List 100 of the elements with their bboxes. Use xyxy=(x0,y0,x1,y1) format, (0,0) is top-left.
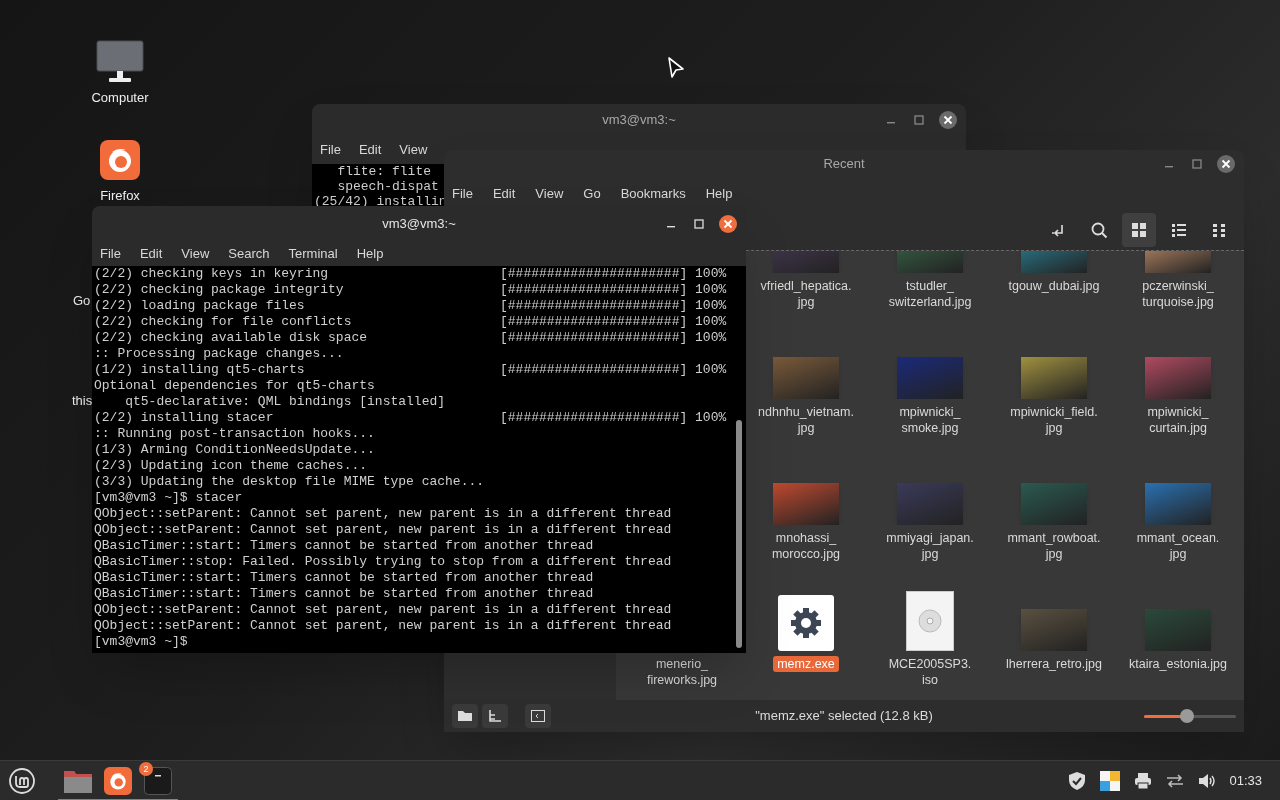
progress-text: [######################] 100% xyxy=(500,266,727,282)
terminal-line: flite: flite xyxy=(336,164,432,179)
status-text: "memz.exe" selected (12.8 kB) xyxy=(754,707,934,726)
menu-item[interactable]: Bookmarks xyxy=(620,184,686,204)
firefox-icon xyxy=(104,766,132,795)
photo-placeholder xyxy=(897,483,963,525)
terminal-line: (2/2) checking package integrity xyxy=(94,282,345,298)
menu-item[interactable]: Search xyxy=(228,244,270,264)
file-name[interactable]: ndhnhu_vietnam.jpg xyxy=(753,404,859,436)
menu-item[interactable]: Edit xyxy=(139,244,163,264)
terminal-line: qt5-declarative: QML bindings [installed] xyxy=(124,394,446,410)
photo-placeholder xyxy=(897,357,963,399)
file-name[interactable]: ktaira_estonia.jpg xyxy=(1125,656,1231,672)
disc-file-icon xyxy=(906,591,954,651)
list-view-icon xyxy=(1170,221,1188,239)
grid-view-icon xyxy=(1130,221,1148,239)
menu-item[interactable]: View xyxy=(535,184,564,204)
file-name[interactable]: lherrera_retro.jpg xyxy=(1002,656,1106,672)
menu-item[interactable]: Edit xyxy=(492,184,516,204)
clock[interactable]: 01:33 xyxy=(1229,770,1262,791)
tree-icon xyxy=(486,707,504,725)
menu-item[interactable]: File xyxy=(452,184,473,204)
terminal-line: speech-dispat xyxy=(336,179,439,194)
file-name[interactable]: vfriedl_hepatica.jpg xyxy=(753,278,859,310)
zoom-slider[interactable] xyxy=(1144,709,1236,723)
progress-text: [######################] 100% xyxy=(500,298,727,314)
menu-item[interactable]: View xyxy=(399,140,428,160)
terminal-line: (2/3) Updating icon theme caches... xyxy=(94,458,368,474)
menu-item[interactable]: Edit xyxy=(358,140,382,160)
file-name[interactable]: pczerwinski_turquoise.jpg xyxy=(1125,278,1231,310)
update-manager-icon xyxy=(1099,769,1122,792)
sidebar-toggle-icon xyxy=(529,707,547,725)
close-icon[interactable] xyxy=(718,214,738,234)
menu-item[interactable]: Help xyxy=(356,244,384,264)
window-title: vm3@vm3:~ xyxy=(382,215,456,234)
slider-thumb[interactable] xyxy=(1180,709,1195,723)
progress-text: [######################] 100% xyxy=(500,282,727,298)
desktop-icon-label[interactable]: Computer xyxy=(91,90,149,106)
folder-button[interactable] xyxy=(452,704,478,728)
progress-text: [######################] 100% xyxy=(500,362,727,378)
scrollbar-thumb[interactable] xyxy=(736,420,742,648)
photo-placeholder xyxy=(1021,357,1087,399)
terminal-line: :: Processing package changes... xyxy=(94,346,344,362)
menu-item[interactable]: Terminal xyxy=(288,244,338,264)
file-name[interactable]: mpiwnicki_field.jpg xyxy=(1001,404,1107,436)
menu-item[interactable]: File xyxy=(320,140,341,160)
close-icon[interactable] xyxy=(1216,154,1236,174)
firefox-icon xyxy=(100,140,140,180)
printer-icon xyxy=(1133,770,1154,791)
menu-item[interactable]: View xyxy=(181,244,210,264)
compact-view-icon xyxy=(1210,221,1228,239)
file-name[interactable]: tstudler_switzerland.jpg xyxy=(877,278,983,310)
terminal-line: [vm3@vm3 ~]$ stacer xyxy=(94,490,243,506)
file-name[interactable]: mmant_rowboat.jpg xyxy=(1001,530,1107,562)
terminal-line: (1/2) installing qt5-charts xyxy=(94,362,306,378)
close-icon[interactable] xyxy=(938,110,958,130)
progress-text: [######################] 100% xyxy=(500,330,727,346)
file-name[interactable]: mpiwnicki_smoke.jpg xyxy=(877,404,983,436)
terminal-line: QObject::setParent: Cannot set parent, new parent is in a different thread xyxy=(94,618,672,634)
window-title: vm3@vm3:~ xyxy=(602,111,676,130)
file-name[interactable]: mmant_ocean.jpg xyxy=(1125,530,1231,562)
desktop-icon-label[interactable]: this xyxy=(72,393,93,408)
monitor-icon xyxy=(96,40,144,84)
notification-badge: 2 xyxy=(139,761,153,776)
desktop-icon-label[interactable]: Firefox xyxy=(100,188,140,204)
file-name[interactable]: menerio_fireworks.jpg xyxy=(629,656,735,688)
photo-placeholder xyxy=(773,483,839,525)
photo-placeholder xyxy=(1145,357,1211,399)
grid-view-button[interactable] xyxy=(1122,213,1156,247)
terminal-line: QBasicTimer::start: Timers cannot be started from another thread xyxy=(94,570,594,586)
menu-item[interactable]: File xyxy=(100,244,121,264)
terminal-line: (2/2) checking available disk space xyxy=(94,330,369,346)
terminal-line: [vm3@vm3 ~]$ xyxy=(94,634,188,650)
menu-item[interactable]: Help xyxy=(705,184,733,204)
file-name[interactable]: mpiwnicki_curtain.jpg xyxy=(1125,404,1231,436)
terminal-icon xyxy=(144,766,172,795)
terminal-line: (25/42) installin xyxy=(314,194,447,209)
file-name[interactable]: MCE2005SP3.iso xyxy=(877,656,983,688)
file-name[interactable]: mmiyagi_japan.jpg xyxy=(877,530,983,562)
mouse-pointer-icon xyxy=(667,57,685,79)
terminal-line: QObject::setParent: Cannot set parent, new parent is in a different thread xyxy=(94,506,672,522)
terminal-line: Optional dependencies for qt5-charts xyxy=(94,378,375,394)
photo-placeholder xyxy=(1021,483,1087,525)
window-title: Recent xyxy=(823,155,865,174)
terminal-line: QBasicTimer::start: Timers cannot be started from another thread xyxy=(94,586,594,602)
sidebar-toggle-button[interactable] xyxy=(525,704,551,728)
file-name[interactable]: mnohassi_morocco.jpg xyxy=(753,530,859,562)
terminal-line: (2/2) checking keys in keyring xyxy=(94,266,330,282)
file-name[interactable]: tgouw_dubai.jpg xyxy=(1004,278,1104,294)
search-icon xyxy=(1090,221,1108,239)
terminal-line: QObject::setParent: Cannot set parent, new parent is in a different thread xyxy=(94,602,672,618)
tree-button[interactable] xyxy=(482,704,508,728)
terminal-line: (2/2) checking for file conflicts xyxy=(94,314,353,330)
gear-icon xyxy=(789,606,823,640)
photo-placeholder xyxy=(1021,609,1087,651)
progress-text: [######################] 100% xyxy=(500,410,727,426)
terminal-line: (2/2) installing stacer xyxy=(94,410,275,426)
desktop-icon-label[interactable]: Go xyxy=(73,293,91,308)
menu-item[interactable]: Go xyxy=(583,184,601,204)
terminal-line: QBasicTimer::stop: Failed. Possibly trying to stop from a different thread xyxy=(94,554,672,570)
